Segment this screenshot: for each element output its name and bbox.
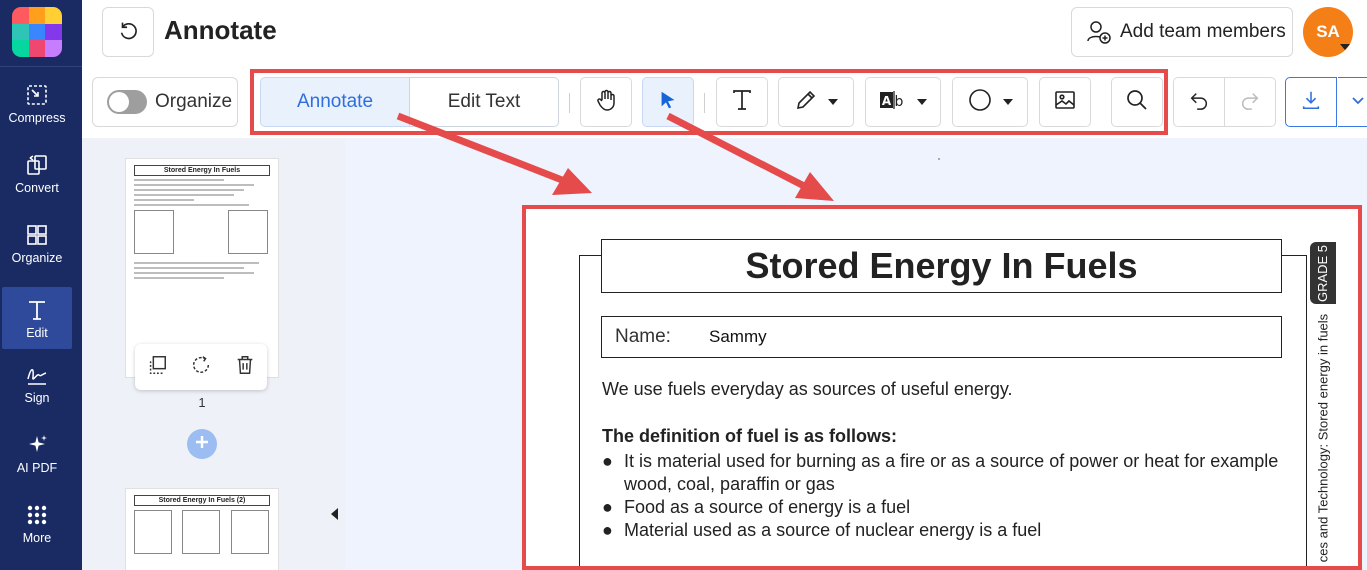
undo-icon bbox=[1188, 89, 1210, 116]
add-page-button[interactable] bbox=[187, 429, 217, 459]
add-team-members-button[interactable]: Add team members bbox=[1071, 7, 1293, 57]
intro-text[interactable]: We use fuels everyday as sources of usef… bbox=[602, 379, 1013, 400]
bullet-icon: ● bbox=[602, 520, 613, 540]
add-user-icon bbox=[1086, 19, 1112, 45]
thumbnail-panel: Stored Energy In Fuels 1 Stored Energy I… bbox=[82, 138, 345, 570]
organize-label: Organize bbox=[155, 91, 233, 112]
nav-item-compress[interactable]: Compress bbox=[2, 72, 72, 134]
name-label: Name: bbox=[615, 326, 671, 347]
nav-label-more: More bbox=[22, 530, 52, 545]
name-value[interactable]: Sammy bbox=[709, 327, 767, 347]
bullet-icon: ● bbox=[602, 497, 613, 517]
add-team-label: Add team members bbox=[1120, 21, 1286, 42]
thumbnail-title: Stored Energy In Fuels bbox=[134, 165, 270, 176]
toolbar-highlight-box bbox=[250, 69, 1168, 135]
bullet-icon: ● bbox=[602, 451, 613, 471]
nav-item-sign[interactable]: Sign bbox=[2, 352, 72, 414]
side-caption: ces and Technology: Stored energy in fue… bbox=[1312, 313, 1334, 563]
convert-icon bbox=[24, 152, 50, 178]
redo-icon bbox=[1239, 89, 1261, 116]
thumbnail-actions bbox=[135, 344, 267, 390]
list-item-text: Food as a source of energy is a fuel bbox=[624, 497, 911, 517]
left-nav: Compress Convert Organize Edit Sign AI P… bbox=[0, 0, 82, 570]
collapse-panel-icon[interactable] bbox=[331, 508, 338, 520]
name-field[interactable]: Name: Sammy bbox=[601, 316, 1282, 358]
app-logo[interactable] bbox=[12, 7, 62, 57]
side-caption-text: ces and Technology: Stored energy in fue… bbox=[1315, 313, 1331, 563]
duplicate-page-button[interactable] bbox=[146, 354, 168, 381]
toolbar: Organize Annotate Edit Text A b bbox=[82, 66, 1367, 138]
nav-label-organize: Organize bbox=[11, 250, 63, 265]
thumbnail-image bbox=[230, 510, 269, 554]
download-icon bbox=[1300, 89, 1322, 116]
rotate-page-button[interactable] bbox=[190, 354, 212, 381]
page-frame bbox=[579, 255, 580, 570]
organize-toggle[interactable]: Organize bbox=[92, 77, 238, 127]
page-frame bbox=[579, 255, 601, 256]
edit-icon bbox=[24, 297, 50, 323]
thumbnail-image bbox=[134, 210, 174, 254]
thumbnail-title: Stored Energy In Fuels (2) bbox=[134, 495, 270, 506]
undo-button[interactable] bbox=[1173, 77, 1225, 127]
thumbnail-image bbox=[182, 510, 221, 554]
pdf-page[interactable]: Stored Energy In Fuels Name: Sammy We us… bbox=[522, 205, 1362, 570]
grade-label: GRADE 5 bbox=[1315, 244, 1331, 302]
download-button[interactable] bbox=[1285, 77, 1337, 127]
redo-button[interactable] bbox=[1224, 77, 1276, 127]
thumbnail-image bbox=[134, 510, 172, 554]
back-button[interactable] bbox=[102, 7, 154, 57]
nav-item-convert[interactable]: Convert bbox=[2, 142, 72, 204]
nav-item-organize[interactable]: Organize bbox=[2, 212, 72, 274]
page-thumbnail-2[interactable]: Stored Energy In Fuels (2) bbox=[125, 488, 279, 570]
nav-label-edit: Edit bbox=[26, 325, 48, 340]
grade-tab: GRADE 5 bbox=[1310, 242, 1336, 304]
nav-item-ai-pdf[interactable]: AI PDF bbox=[2, 422, 72, 484]
download-options-button[interactable] bbox=[1338, 77, 1367, 127]
nav-item-more[interactable]: More bbox=[2, 492, 72, 554]
document-title[interactable]: Stored Energy In Fuels bbox=[601, 239, 1282, 293]
document-viewer: Stored Energy In Fuels Name: Sammy We us… bbox=[345, 138, 1367, 570]
compress-icon bbox=[24, 82, 50, 108]
page-frame bbox=[1306, 255, 1307, 570]
nav-label-compress: Compress bbox=[8, 110, 66, 125]
nav-label-ai-pdf: AI PDF bbox=[16, 460, 58, 475]
definition-heading[interactable]: The definition of fuel is as follows: bbox=[602, 426, 897, 447]
toggle-switch[interactable] bbox=[107, 90, 147, 114]
list-item-text: It is material used for burning as a fir… bbox=[624, 451, 1279, 494]
nav-divider bbox=[0, 66, 82, 67]
top-bar: Annotate Add team members SA bbox=[82, 0, 1367, 66]
page-title: Annotate bbox=[164, 15, 277, 45]
plus-icon bbox=[194, 434, 210, 455]
thumbnail-image bbox=[228, 210, 269, 254]
app-root: Compress Convert Organize Edit Sign AI P… bbox=[0, 0, 1367, 570]
list-item-text: Material used as a source of nuclear ene… bbox=[624, 520, 1042, 540]
list-item[interactable]: ● Material used as a source of nuclear e… bbox=[602, 519, 1292, 542]
page-frame bbox=[1282, 255, 1307, 256]
page-marker bbox=[938, 158, 940, 160]
chevron-down-icon bbox=[1350, 92, 1366, 113]
avatar-menu-caret-icon[interactable] bbox=[1340, 44, 1350, 50]
ai-sparkle-icon bbox=[24, 432, 50, 458]
back-arrow-icon bbox=[117, 19, 139, 46]
page-number: 1 bbox=[198, 395, 206, 410]
list-item[interactable]: ● It is material used for burning as a f… bbox=[602, 450, 1292, 496]
list-item[interactable]: ● Food as a source of energy is a fuel bbox=[602, 496, 1292, 519]
delete-page-button[interactable] bbox=[234, 354, 256, 381]
organize-icon bbox=[24, 222, 50, 248]
nav-item-edit[interactable]: Edit bbox=[2, 287, 72, 349]
nav-label-sign: Sign bbox=[24, 390, 50, 405]
more-grid-icon bbox=[24, 502, 50, 528]
sign-icon bbox=[24, 362, 50, 388]
nav-label-convert: Convert bbox=[15, 180, 59, 195]
